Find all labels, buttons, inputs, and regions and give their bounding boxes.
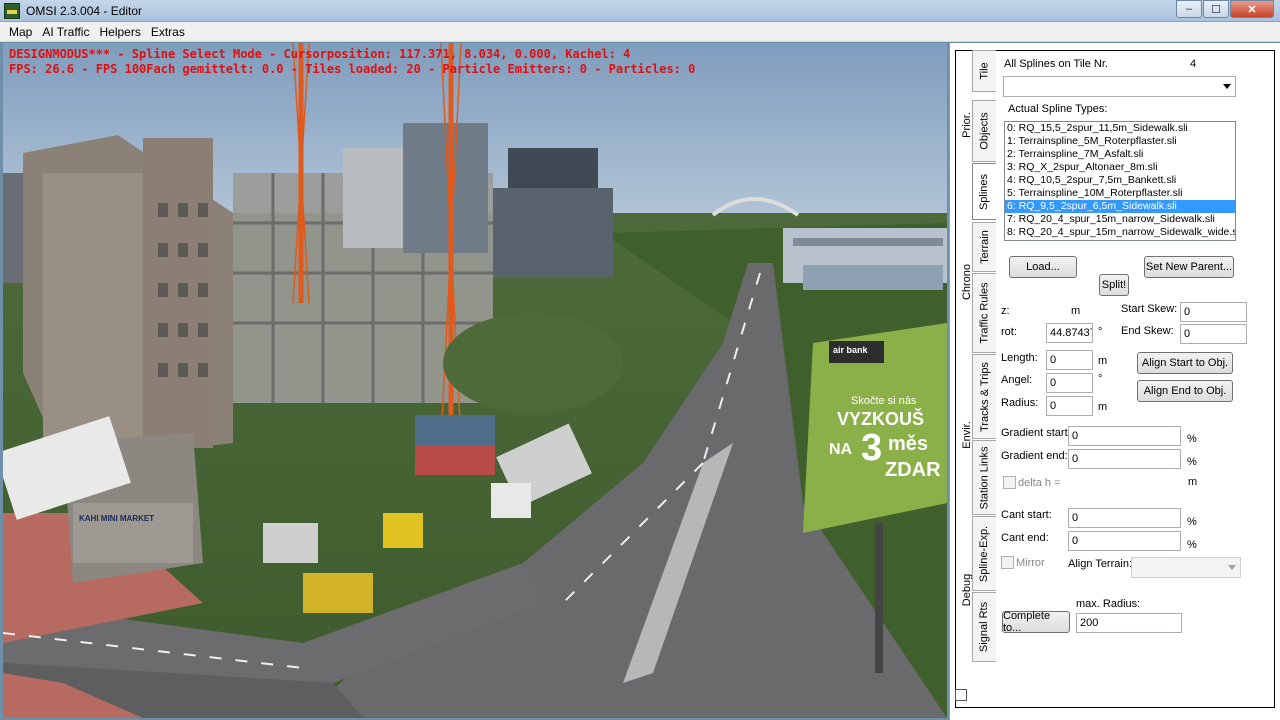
shop-sign: KAHI MINI MARKET (79, 514, 155, 523)
omsi-app-icon (4, 3, 20, 19)
cant-end-field[interactable]: 0 (1068, 531, 1181, 551)
cant-start-unit: % (1187, 516, 1197, 528)
list-item[interactable]: 7: RQ_20_4_spur_15m_narrow_Sidewalk.sli (1005, 213, 1235, 226)
cant-end-label: Cant end: (1001, 532, 1049, 544)
load-button[interactable]: Load... (1009, 256, 1077, 278)
gradient-start-field[interactable]: 0 (1068, 426, 1181, 446)
tab-signal-rts[interactable]: Signal Rts (972, 592, 996, 662)
billboard-tagline: Skočte si nás (851, 395, 917, 407)
max-radius-label: max. Radius: (1076, 598, 1141, 610)
radius-unit: m (1098, 401, 1108, 413)
menu-map[interactable]: Map (4, 25, 37, 39)
hud-status-line: DESIGNMODUS*** - Spline Select Mode - Cu… (9, 47, 631, 61)
end-skew-label: End Skew: (1121, 325, 1174, 337)
billboard-brand: air bank (833, 345, 868, 355)
billboard-zdar: ZDAR (885, 459, 941, 481)
list-item[interactable]: 1: Terrainspline_5M_Roterpflaster.sli (1005, 135, 1235, 148)
billboard-na: NA (829, 441, 853, 458)
tab-station-links[interactable]: Station Links (972, 440, 996, 515)
z-label: z: (1001, 305, 1010, 317)
mirror-label: Mirror (1016, 557, 1045, 569)
length-label: Length: (1001, 352, 1038, 364)
tab-splines[interactable]: Splines (972, 163, 996, 220)
list-item-selected[interactable]: 6: RQ_9,5_2spur_6,5m_Sidewalk.sli (1005, 200, 1235, 213)
align-terrain-label: Align Terrain: (1068, 558, 1132, 570)
billboard-mes: měs (888, 433, 929, 455)
radius-field[interactable]: 0 (1046, 396, 1093, 416)
billboard-number: 3 (861, 427, 883, 469)
window-controls: – ☐ ✕ (1175, 0, 1274, 18)
tab-traffic-rules[interactable]: Traffic Rules (972, 273, 996, 353)
tile-splines-label: All Splines on Tile Nr. (1004, 58, 1108, 70)
mirror-checkbox[interactable] (1001, 556, 1014, 569)
spline-select-dropdown[interactable] (1003, 76, 1236, 97)
radius-label: Radius: (1001, 397, 1039, 409)
menu-bar: Map AI Traffic Helpers Extras (0, 22, 1280, 42)
tab-terrain[interactable]: Terrain (972, 222, 996, 272)
menu-ai-traffic[interactable]: AI Traffic (37, 25, 94, 39)
rot-label: rot: (1001, 326, 1017, 338)
align-start-button[interactable]: Align Start to Obj. (1137, 352, 1233, 374)
gradient-start-label: Gradient start: (1001, 427, 1071, 439)
start-skew-label: Start Skew: (1121, 303, 1178, 315)
rot-unit: ° (1098, 326, 1103, 338)
tile-number: 4 (1190, 58, 1197, 70)
cant-end-unit: % (1187, 539, 1197, 551)
complete-to-button[interactable]: Complete to... (1002, 610, 1070, 634)
max-radius-field[interactable]: 200 (1076, 613, 1182, 633)
spline-types-label: Actual Spline Types: (1008, 103, 1108, 115)
angel-label: Angel: (1001, 374, 1033, 386)
end-skew-field[interactable]: 0 (1180, 324, 1247, 344)
start-skew-field[interactable]: 0 (1180, 302, 1247, 322)
angel-unit: ° (1098, 373, 1103, 385)
maximize-button[interactable]: ☐ (1203, 0, 1229, 18)
chevron-down-icon (1228, 565, 1236, 570)
split-button[interactable]: Split! (1099, 274, 1129, 296)
window-title: OMSI 2.3.004 - Editor (26, 4, 143, 18)
delta-h-checkbox[interactable] (1003, 476, 1016, 489)
set-new-parent-button[interactable]: Set New Parent... (1144, 256, 1234, 278)
length-field[interactable]: 0 (1046, 350, 1093, 370)
delta-h-unit: m (1188, 476, 1198, 488)
cant-start-label: Cant start: (1001, 509, 1052, 521)
chevron-down-icon (1223, 84, 1231, 89)
delta-h-label: delta h = (1018, 477, 1061, 489)
menu-helpers[interactable]: Helpers (94, 25, 145, 39)
scene-render (3, 43, 947, 718)
list-item[interactable]: 5: Terrainspline_10M_Roterpflaster.sli (1005, 187, 1235, 200)
gradient-end-field[interactable]: 0 (1068, 449, 1181, 469)
tab-spline-exp[interactable]: Spline-Exp. (972, 516, 996, 591)
length-unit: m (1098, 355, 1108, 367)
gradient-end-label: Gradient end: (1001, 450, 1068, 462)
align-terrain-dropdown[interactable] (1131, 557, 1241, 578)
rot-field[interactable]: 44.87437 (1046, 323, 1093, 343)
gradient-end-unit: % (1187, 456, 1197, 468)
angel-field[interactable]: 0 (1046, 373, 1093, 393)
close-button[interactable]: ✕ (1230, 0, 1274, 18)
tab-tile[interactable]: Tile (972, 50, 996, 92)
3d-viewport[interactable]: KAHI MINI MARKET air bank Skočte si nás … (3, 43, 947, 718)
title-bar: OMSI 2.3.004 - Editor – ☐ ✕ (0, 0, 1280, 22)
minimize-button[interactable]: – (1176, 0, 1202, 18)
spline-types-list[interactable]: 0: RQ_15,5_2spur_11,5m_Sidewalk.sli 1: T… (1004, 121, 1236, 241)
tab-objects[interactable]: Objects (972, 100, 996, 162)
list-item[interactable]: 0: RQ_15,5_2spur_11,5m_Sidewalk.sli (1005, 122, 1235, 135)
align-end-button[interactable]: Align End to Obj. (1137, 380, 1233, 402)
list-item[interactable]: 2: Terrainspline_7M_Asfalt.sli (1005, 148, 1235, 161)
menu-extras[interactable]: Extras (146, 25, 190, 39)
list-item[interactable]: 3: RQ_X_2spur_Altonaer_8m.sli (1005, 161, 1235, 174)
tab-tracks-trips[interactable]: Tracks & Trips (972, 354, 996, 439)
list-item[interactable]: 4: RQ_10,5_2spur_7,5m_Bankett.sli (1005, 174, 1235, 187)
status-checkbox[interactable] (955, 689, 967, 701)
hud-fps-line: FPS: 26.6 - FPS 100Fach gemittelt: 0.0 -… (9, 62, 696, 76)
cant-start-field[interactable]: 0 (1068, 508, 1181, 528)
z-unit: m (1071, 305, 1081, 317)
list-item[interactable]: 8: RQ_20_4_spur_15m_narrow_Sidewalk_wide… (1005, 226, 1235, 239)
gradient-start-unit: % (1187, 433, 1197, 445)
